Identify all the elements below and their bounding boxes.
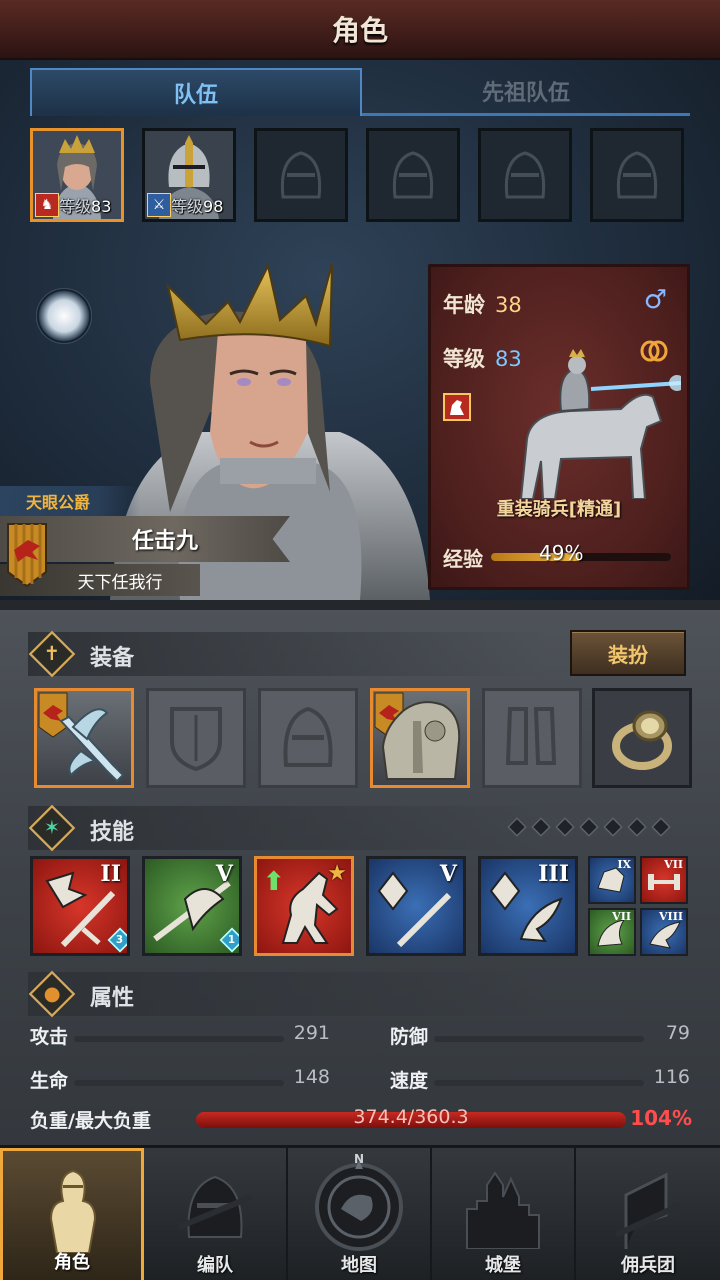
- star-emblem-icon: ✶: [28, 804, 76, 852]
- skill-pip: [531, 817, 551, 837]
- cavalry-class-icon: [443, 393, 471, 421]
- skill-mini-wing[interactable]: VIII: [640, 908, 688, 956]
- skill-pip: [507, 817, 527, 837]
- horse-icon: ♞: [35, 193, 59, 217]
- skill-rank: V: [215, 861, 233, 887]
- load-percent: 104%: [630, 1106, 692, 1130]
- armor-slot[interactable]: [370, 688, 470, 788]
- skill-lance-sweep[interactable]: V 1: [142, 856, 242, 956]
- silhouette-icon: ●: [28, 970, 76, 1018]
- team-tabs: 队伍 先祖队伍: [30, 68, 690, 116]
- age-row: 年龄 38: [443, 293, 522, 317]
- empty-helmet-icon: [616, 151, 658, 199]
- skill-pip: [603, 817, 623, 837]
- skill-crystal-wing[interactable]: III: [478, 856, 578, 956]
- team-slot-4[interactable]: [366, 128, 460, 222]
- team-slot-1[interactable]: ♞ 等级83: [30, 128, 124, 222]
- stat-hp: 生命 148: [30, 1066, 330, 1092]
- accessory-slot[interactable]: [592, 688, 692, 788]
- mercenary-banner-icon: [614, 1172, 682, 1249]
- empty-helmet-icon: [392, 151, 434, 199]
- sword-icon: ⚔: [147, 193, 171, 217]
- knight-icon: [49, 1169, 97, 1253]
- page-title: 角色: [331, 14, 388, 47]
- cross-icon: ✝: [28, 630, 76, 678]
- tab-team[interactable]: 队伍: [30, 68, 362, 116]
- stat-speed: 速度 116: [390, 1066, 690, 1092]
- empty-helmet-icon: [280, 151, 322, 199]
- upgrade-arrow-icon: ⬆: [263, 867, 285, 897]
- compass-map-icon: [315, 1161, 403, 1251]
- skill-mini-strength[interactable]: VII: [640, 856, 688, 904]
- skill-rank: V: [439, 861, 457, 887]
- load-label: 负重/最大负重: [30, 1110, 151, 1132]
- skill-crystal-blade[interactable]: V: [366, 856, 466, 956]
- team-slot-5[interactable]: [478, 128, 572, 222]
- slot-level: 等级83: [59, 197, 112, 216]
- skill-rank: II: [100, 861, 121, 887]
- load-value: 374.4/360.3: [353, 1106, 469, 1128]
- nav-formation[interactable]: 编队: [144, 1148, 288, 1280]
- skill-slot-pips: [507, 817, 686, 838]
- team-slot-3[interactable]: [254, 128, 348, 222]
- stat-defense: 防御 79: [390, 1022, 690, 1048]
- shield-slot[interactable]: [146, 688, 246, 788]
- team-slot-2[interactable]: ⚔ 等级98: [142, 128, 236, 222]
- attributes-header: ● 属性: [28, 970, 548, 1018]
- castle-icon: [466, 1171, 540, 1249]
- title-bar: 角色: [0, 0, 720, 60]
- helmet-formation-icon: [177, 1175, 253, 1238]
- exp-label: 经验: [443, 547, 483, 571]
- weapon-slot[interactable]: [34, 688, 134, 788]
- empty-helmet-icon: [504, 151, 546, 199]
- skill-rank: III: [538, 861, 569, 887]
- load-row: 负重/最大负重 374.4/360.3 104%: [30, 1106, 692, 1136]
- slot-level: 等级98: [171, 197, 224, 216]
- nav-character[interactable]: 角色: [0, 1148, 144, 1280]
- nav-map[interactable]: 地图: [288, 1148, 432, 1280]
- skill-pip: [555, 817, 575, 837]
- hero-info-card: 年龄 38 ♂ 等级 83 重装骑兵[精通] 经验 49%: [428, 264, 690, 590]
- hero-title: 天眼公爵: [0, 486, 140, 516]
- team-slot-6[interactable]: [590, 128, 684, 222]
- skills-header: ✶ 技能: [28, 804, 548, 852]
- stat-attack: 攻击 291: [30, 1022, 330, 1048]
- tab-ancestor-team[interactable]: 先祖队伍: [362, 68, 690, 116]
- skill-mini-burst[interactable]: IX: [588, 856, 636, 904]
- skill-charge-strike[interactable]: II 3: [30, 856, 130, 956]
- helmet-slot[interactable]: [258, 688, 358, 788]
- unit-type-label: 重装骑兵[精通]: [496, 499, 622, 520]
- skill-cavalry-boost[interactable]: ⬆ ★: [254, 856, 354, 956]
- skill-mini-claw[interactable]: VII: [588, 908, 636, 956]
- dress-up-button[interactable]: 装扮: [570, 630, 686, 676]
- boots-icon: [505, 707, 557, 765]
- nav-mercenary[interactable]: 佣兵团: [576, 1148, 720, 1280]
- exp-percent: 49%: [539, 541, 584, 565]
- halberd-icon: [38, 692, 125, 783]
- male-gender-icon: ♂: [643, 285, 667, 315]
- equipment-header: ✝ 装备: [28, 630, 548, 678]
- gold-ring-icon: [612, 710, 672, 770]
- nav-castle[interactable]: 城堡: [432, 1148, 576, 1280]
- skill-pip: [579, 817, 599, 837]
- cavalry-unit-illustration: [519, 349, 681, 499]
- star-icon: ★: [327, 861, 347, 886]
- family-crest-icon[interactable]: [6, 522, 48, 588]
- shield-icon: [170, 707, 222, 772]
- skill-pip: [627, 817, 647, 837]
- helmet-icon: [283, 706, 333, 767]
- plate-armor-icon: [374, 692, 461, 780]
- skill-pip: [651, 817, 671, 837]
- compass-north-label: N: [354, 1152, 365, 1166]
- boots-slot[interactable]: [482, 688, 582, 788]
- moon-phase-icon[interactable]: [36, 288, 92, 344]
